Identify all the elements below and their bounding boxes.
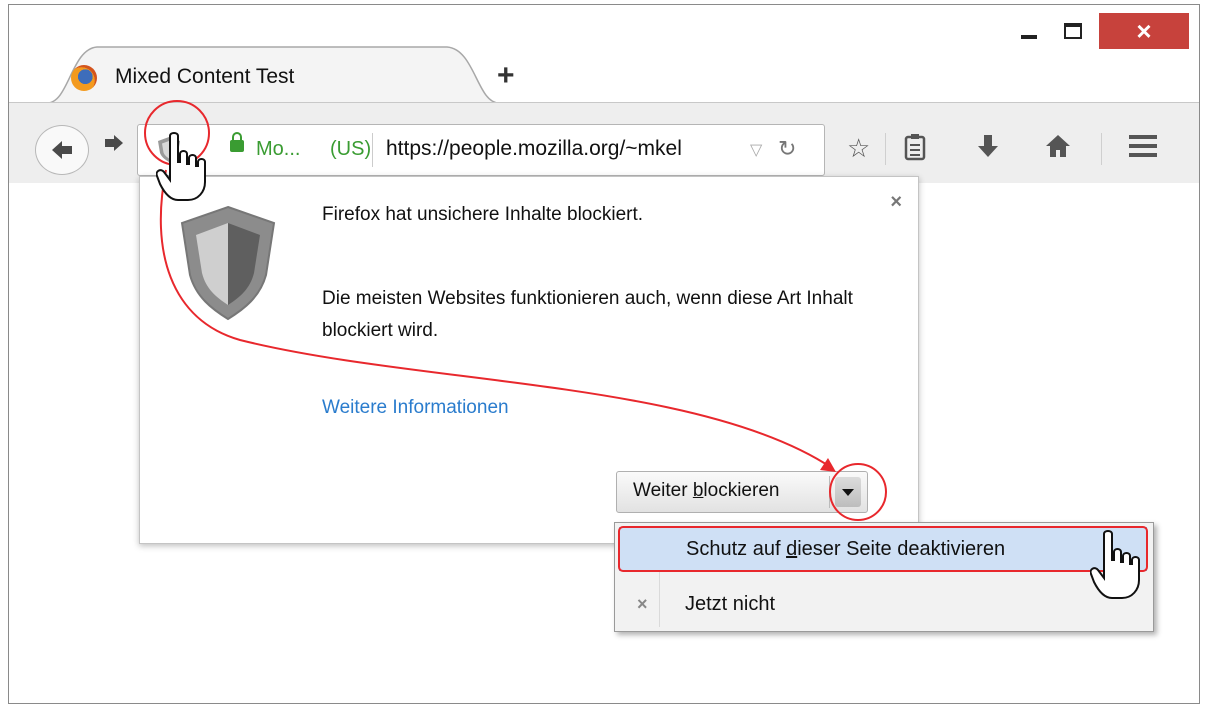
download-icon[interactable] bbox=[977, 133, 999, 163]
back-button[interactable] bbox=[35, 125, 89, 175]
reading-list-icon[interactable] bbox=[903, 133, 927, 165]
minimize-button[interactable] bbox=[1009, 13, 1049, 49]
tab-mixed-content-test[interactable]: Mixed Content Test bbox=[47, 45, 499, 105]
reload-icon[interactable]: ↻ bbox=[778, 136, 796, 162]
annotation-rect-menu-item bbox=[618, 526, 1148, 572]
url-separator bbox=[372, 133, 373, 167]
menu-item-not-now[interactable]: × Jetzt nicht bbox=[619, 583, 1147, 627]
forward-arrow-icon bbox=[105, 135, 123, 151]
hand-cursor-icon bbox=[1090, 530, 1140, 599]
menu-item-label: Jetzt nicht bbox=[685, 593, 776, 615]
star-icon[interactable]: ☆ bbox=[847, 135, 870, 161]
keep-blocking-label: Weiter blockieren bbox=[633, 480, 780, 501]
annotation-circle-dropdown bbox=[829, 463, 887, 521]
clipboard-shape bbox=[904, 134, 926, 161]
tab-title: Mixed Content Test bbox=[115, 65, 295, 88]
country-label[interactable]: (US) bbox=[330, 138, 371, 161]
toolbar-separator bbox=[1101, 133, 1102, 165]
back-arrow-icon bbox=[52, 141, 72, 159]
hand-cursor-icon bbox=[156, 132, 206, 201]
title-bar: × Mixed Content Test + bbox=[9, 5, 1199, 105]
mixed-content-panel: × Firefox hat unsichere Inhalte blockier… bbox=[139, 176, 919, 544]
url-bar[interactable]: Mo... (US) https://people.mozilla.org/~m… bbox=[137, 124, 825, 176]
home-icon[interactable] bbox=[1045, 133, 1071, 163]
dropmarker-icon[interactable]: ▽ bbox=[750, 140, 762, 160]
url-input[interactable]: https://people.mozilla.org/~mkel bbox=[386, 137, 682, 161]
lock-icon bbox=[230, 132, 244, 152]
close-window-button[interactable]: × bbox=[1099, 13, 1189, 49]
close-icon: × bbox=[637, 594, 648, 614]
panel-close-button[interactable]: × bbox=[890, 191, 902, 214]
menu-icon[interactable] bbox=[1129, 135, 1157, 161]
maximize-button[interactable] bbox=[1053, 13, 1093, 49]
new-tab-button[interactable]: + bbox=[497, 59, 515, 93]
download-arrow-shape bbox=[978, 135, 998, 157]
firefox-logo-icon bbox=[71, 65, 97, 91]
shield-icon bbox=[180, 205, 276, 321]
house-shape bbox=[1046, 135, 1070, 157]
site-identity-label[interactable]: Mo... bbox=[256, 138, 300, 161]
toolbar-separator bbox=[885, 133, 886, 165]
hamburger-shape bbox=[1129, 135, 1157, 157]
forward-button[interactable] bbox=[103, 133, 125, 158]
more-info-link[interactable]: Weitere Informationen bbox=[322, 397, 509, 419]
panel-description: Die meisten Websites funktionieren auch,… bbox=[322, 288, 853, 341]
panel-heading: Firefox hat unsichere Inhalte blockiert. bbox=[322, 204, 644, 225]
